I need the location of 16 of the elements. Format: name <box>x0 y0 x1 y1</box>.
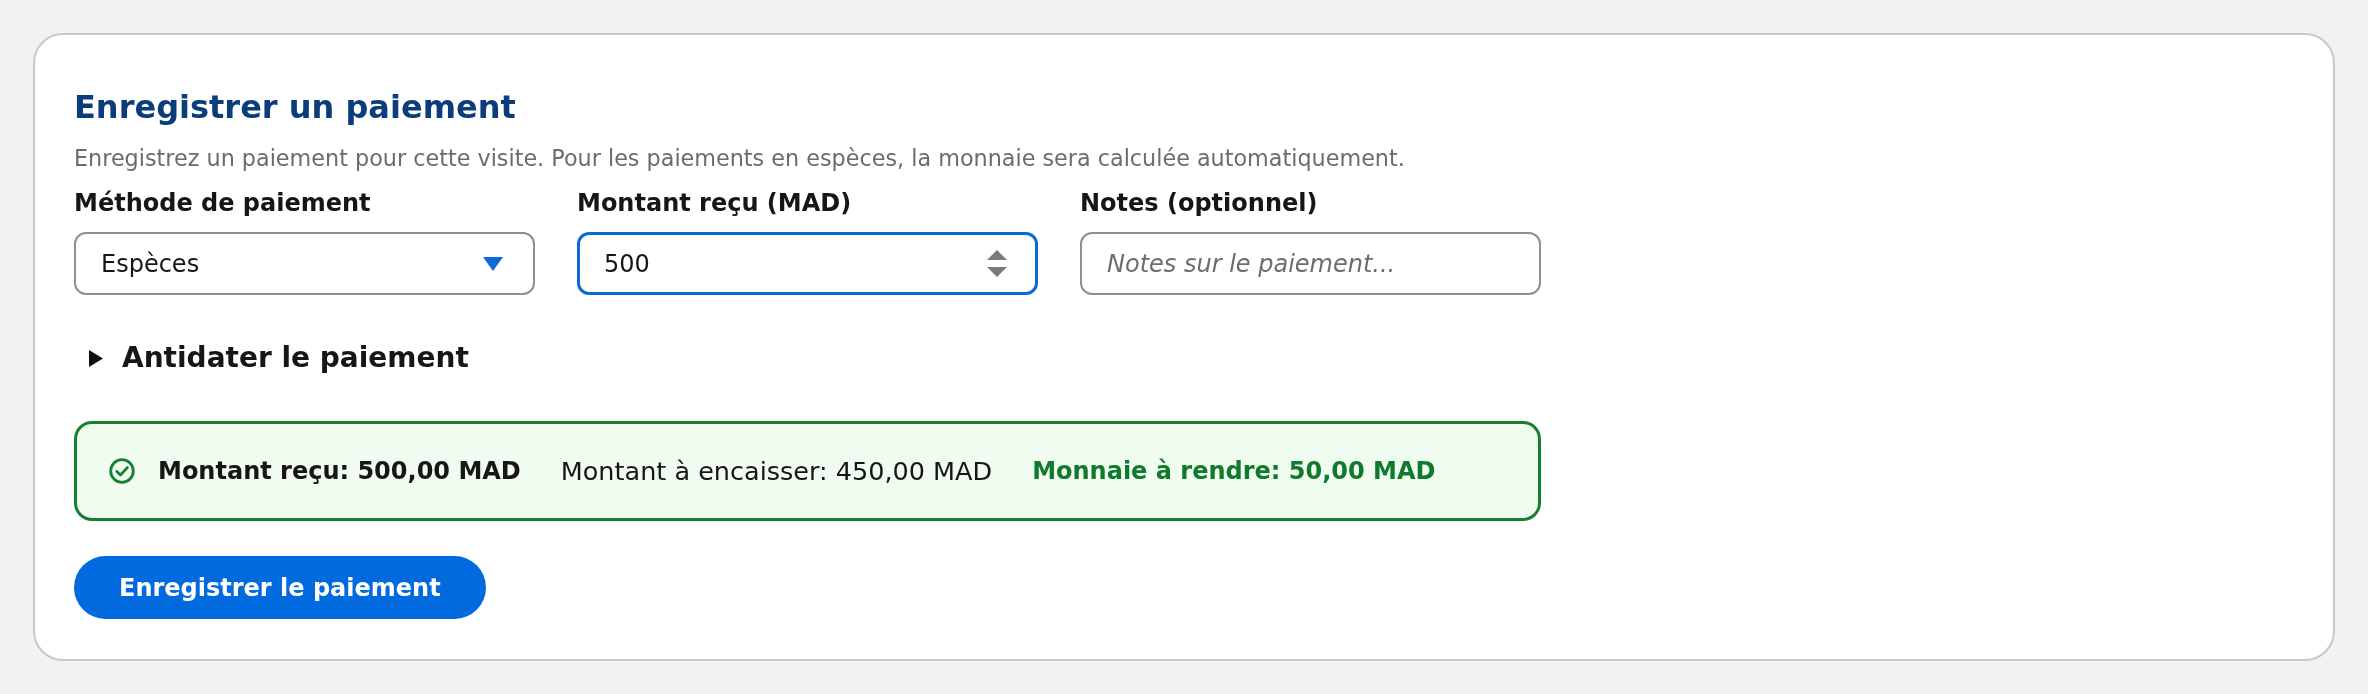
received-amount: Montant reçu: 500,00 MAD <box>158 456 521 487</box>
change-amount: Monnaie à rendre: 50,00 MAD <box>1032 456 1436 487</box>
field-label: Notes (optionnel) <box>1080 188 1319 219</box>
number-input[interactable]: 500 <box>577 232 1038 295</box>
card-title: Enregistrer un paiement <box>74 87 516 127</box>
text-input[interactable]: Notes sur le paiement... <box>1080 232 1541 295</box>
submit-button[interactable]: Enregistrer le paiement <box>74 556 486 619</box>
caret-down-icon <box>483 256 503 271</box>
field-label: Montant reçu (MAD) <box>577 188 853 219</box>
stepper-arrows-icon <box>987 250 1007 277</box>
card-description: Enregistrez un paiement pour cette visite. Pour les paiements en espèces, la monnaie sera calculée automatiquement. <box>74 144 1405 172</box>
amount-due: Montant à encaisser: 450,00 MAD <box>560 455 993 487</box>
disclosure-toggle[interactable]: Antidater le paiement <box>74 340 469 376</box>
dropdown[interactable]: Espèces <box>74 232 535 295</box>
check-circle-icon <box>109 458 135 484</box>
field-label: Méthode de paiement <box>74 188 372 219</box>
